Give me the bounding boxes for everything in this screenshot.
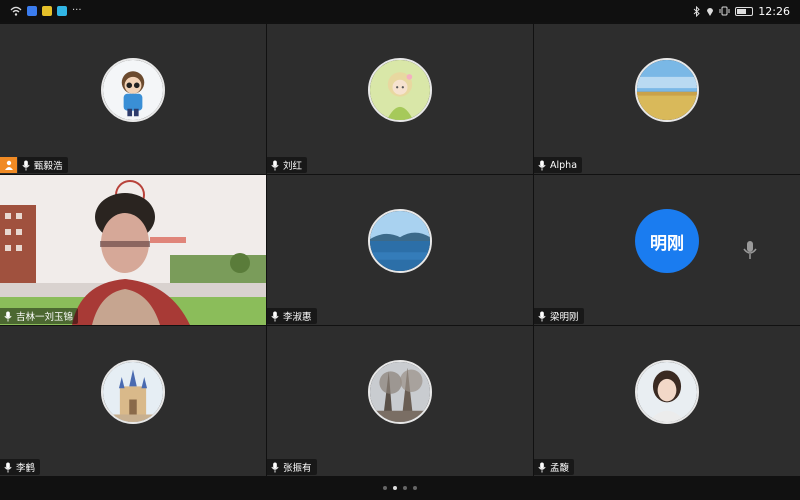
participant-label: 甄毅浩: [18, 157, 68, 173]
cartoon-boy-avatar: [103, 60, 163, 120]
avatar: [368, 360, 432, 424]
participant-tile[interactable]: 孟馥: [534, 326, 800, 476]
participant-tile[interactable]: 明刚 梁明刚: [534, 175, 800, 325]
participant-tile[interactable]: 张振有: [267, 326, 533, 476]
page-dot[interactable]: [383, 486, 387, 490]
cartoon-girl-avatar: [370, 60, 430, 120]
lake-avatar: [370, 211, 430, 271]
location-icon: [707, 7, 714, 16]
page-dot[interactable]: [413, 486, 417, 490]
participant-tile[interactable]: Alpha: [534, 24, 800, 174]
participant-name: 李鹤: [16, 463, 36, 474]
person-icon: [4, 160, 13, 170]
video-feed: [0, 175, 266, 325]
text-avatar: 明刚: [635, 209, 699, 273]
clock: 12:26: [758, 4, 790, 18]
microphone-icon: [271, 310, 279, 322]
participant-grid: 甄毅浩 刘红 Alpha 吉林一刘玉锦 李淑惠 明刚 梁明刚 李鹤 张振有 孟馥: [0, 24, 800, 476]
vibrate-icon: [719, 6, 730, 16]
participant-tile[interactable]: 刘红: [267, 24, 533, 174]
participant-name: 李淑惠: [283, 312, 312, 323]
participant-name: 孟馥: [550, 463, 570, 474]
participant-name: Alpha: [550, 159, 578, 171]
page-dot[interactable]: [393, 486, 397, 490]
more-dots-icon: ···: [72, 5, 82, 16]
avatar: [635, 58, 699, 122]
microphone-icon: [538, 159, 546, 171]
trees-avatar: [370, 362, 430, 422]
participant-name: 张振有: [283, 463, 312, 474]
microphone-icon: [4, 310, 12, 322]
microphone-icon: [538, 461, 546, 473]
avatar: [635, 360, 699, 424]
battery-fill: [737, 8, 746, 14]
wifi-icon: [10, 6, 22, 16]
castle-avatar: [103, 362, 163, 422]
page-dot[interactable]: [403, 486, 407, 490]
participant-name: 刘红: [283, 161, 303, 172]
bluetooth-icon: [693, 5, 701, 17]
microphone-icon: [271, 461, 279, 473]
app-icon-cyan: [57, 6, 67, 16]
participant-name: 甄毅浩: [34, 161, 63, 172]
portrait-avatar: [637, 362, 697, 422]
participant-label: Alpha: [534, 157, 583, 173]
participant-tile[interactable]: 李淑惠: [267, 175, 533, 325]
participant-label: 梁明刚: [534, 308, 584, 324]
microphone-icon: [538, 310, 546, 322]
status-bar: ··· 12:26: [0, 0, 800, 22]
microphone-icon: [271, 159, 279, 171]
avatar: [101, 58, 165, 122]
host-badge: [0, 157, 17, 173]
app-icon-yellow: [42, 6, 52, 16]
avatar: [101, 360, 165, 424]
avatar: [368, 209, 432, 273]
page-indicator[interactable]: [0, 476, 800, 500]
app-icon-blue: [27, 6, 37, 16]
participant-name: 吉林一刘玉锦: [16, 312, 74, 323]
landscape-field-avatar: [637, 60, 697, 120]
participant-label: 李淑惠: [267, 308, 317, 324]
avatar: [368, 58, 432, 122]
participant-label: 刘红: [267, 157, 308, 173]
status-bar-right: 12:26: [693, 5, 790, 18]
microphone-icon: [22, 159, 30, 171]
participant-tile-active[interactable]: 吉林一刘玉锦: [0, 175, 266, 325]
status-bar-left: ···: [10, 6, 82, 16]
microphone-icon: [743, 241, 757, 259]
participant-label: 吉林一刘玉锦: [0, 308, 79, 324]
participant-label: 李鹤: [0, 459, 41, 475]
participant-label: 张振有: [267, 459, 317, 475]
battery-icon: [735, 6, 754, 16]
participant-label: 孟馥: [534, 459, 575, 475]
participant-tile[interactable]: 李鹤: [0, 326, 266, 476]
participant-tile[interactable]: 甄毅浩: [0, 24, 266, 174]
microphone-icon: [4, 461, 12, 473]
participant-name: 梁明刚: [550, 312, 579, 323]
